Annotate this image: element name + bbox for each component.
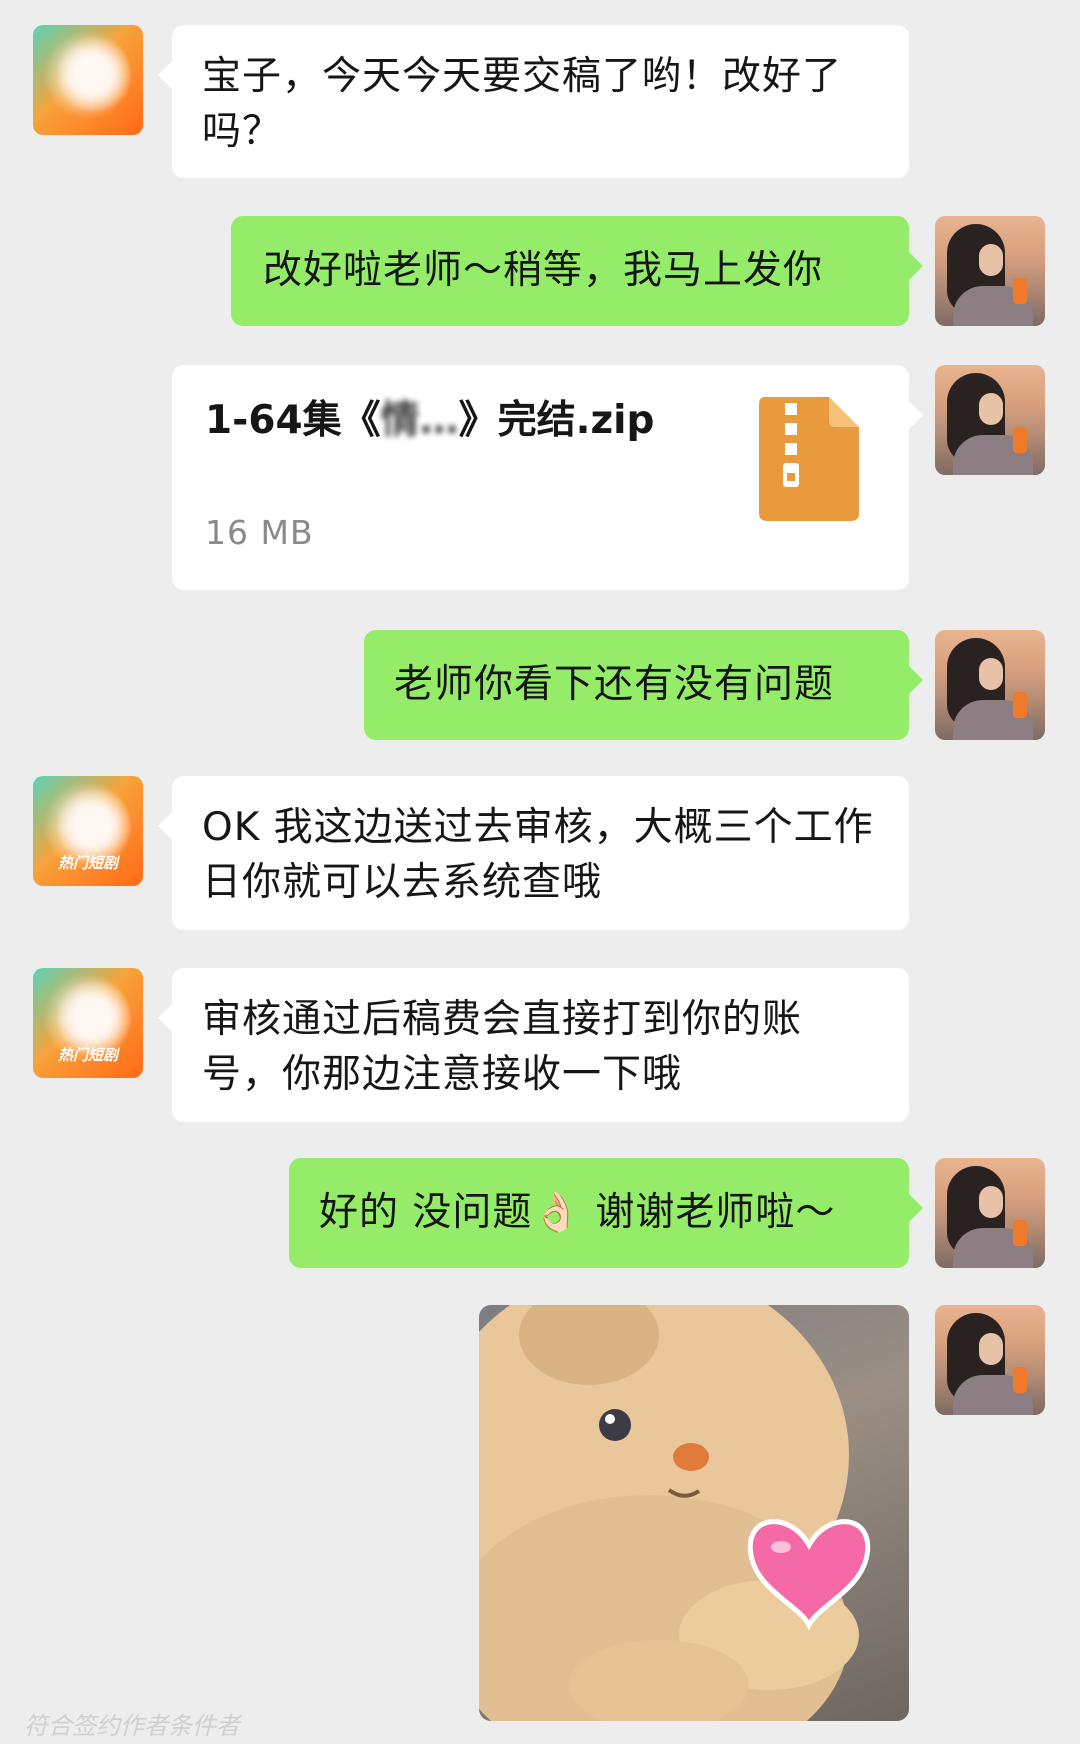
message-bubble-received[interactable]: OK 我这边送过去审核，大概三个工作日你就可以去系统查哦 (158, 776, 909, 930)
file-message-card[interactable]: 1-64集《情…》完结.zip 16 MB (172, 365, 923, 590)
message-bubble-sent[interactable]: 好的 没问题👌🏻 谢谢老师啦～ (289, 1158, 923, 1268)
message-text: 审核通过后稿费会直接打到你的账号，你那边注意接收一下哦 (202, 997, 803, 1097)
user-avatar[interactable] (935, 365, 1045, 475)
brand-avatar[interactable]: 热门短剧 (33, 968, 143, 1078)
file-size: 16 MB (205, 513, 314, 552)
bunny-heart-sticker[interactable] (479, 1305, 909, 1721)
user-avatar[interactable] (935, 630, 1045, 740)
bunny-illustration (479, 1305, 871, 1721)
zip-file-icon (759, 397, 859, 521)
message-bubble-sent[interactable]: 改好啦老师～稍等，我马上发你 (231, 216, 923, 326)
avatar-tag: 热门短剧 (57, 1046, 118, 1064)
avatar-tag: 热门短剧 (57, 854, 118, 872)
user-avatar[interactable] (935, 1305, 1045, 1415)
user-avatar[interactable] (935, 216, 1045, 326)
message-text: 宝子，今天今天要交稿了哟！改好了吗？ (202, 54, 843, 154)
message-text: OK 我这边送过去审核，大概三个工作日你就可以去系统查哦 (202, 805, 874, 905)
message-bubble-received[interactable]: 宝子，今天今天要交稿了哟！改好了吗？ (158, 25, 909, 178)
message-text: 好的 没问题👌🏻 谢谢老师啦～ (319, 1190, 836, 1235)
message-bubble-received[interactable]: 审核通过后稿费会直接打到你的账号，你那边注意接收一下哦 (158, 968, 909, 1122)
file-name: 1-64集《情…》完结.zip (205, 398, 655, 443)
message-bubble-sent[interactable]: 老师你看下还有没有问题 (364, 630, 923, 740)
watermark: 符合签约作者条件者 (24, 1712, 240, 1740)
brand-avatar[interactable]: 热门短剧 (33, 776, 143, 886)
brand-avatar[interactable] (33, 25, 143, 135)
message-text: 改好啦老师～稍等，我马上发你 (263, 248, 824, 293)
user-avatar[interactable] (935, 1158, 1045, 1268)
message-text: 老师你看下还有没有问题 (394, 662, 835, 707)
